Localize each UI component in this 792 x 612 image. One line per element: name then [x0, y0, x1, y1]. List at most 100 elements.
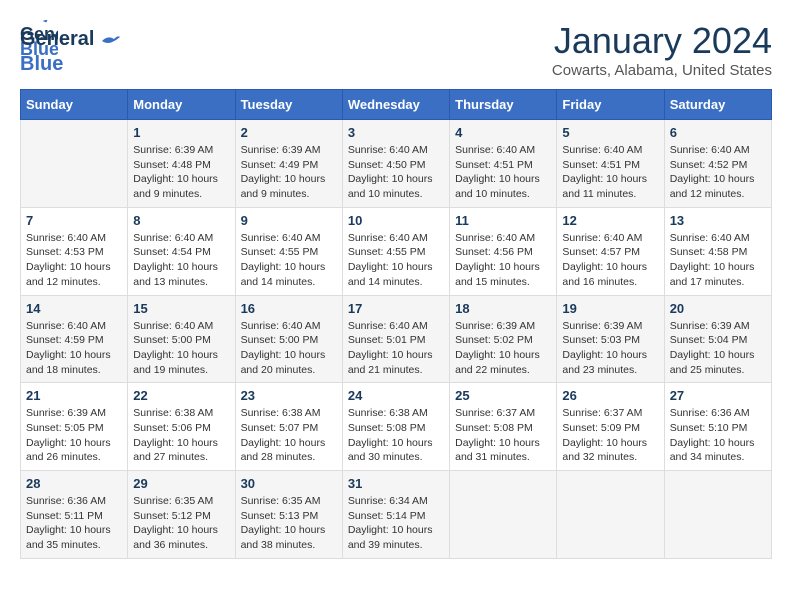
day-number: 8 — [133, 213, 229, 228]
day-number: 21 — [26, 388, 122, 403]
calendar-cell: 19 Sunrise: 6:39 AM Sunset: 5:03 PM Dayli… — [557, 295, 664, 383]
calendar-week-row: 28 Sunrise: 6:36 AM Sunset: 5:11 PM Dayli… — [21, 471, 772, 559]
title-area: January 2024 Cowarts, Alabama, United St… — [552, 20, 772, 79]
calendar-cell: 29 Sunrise: 6:35 AM Sunset: 5:12 PM Dayli… — [128, 471, 235, 559]
day-info: Sunrise: 6:39 AM Sunset: 5:04 PM Dayligh… — [670, 319, 766, 378]
calendar-week-row: 1Sunrise: 6:39 AM Sunset: 4:48 PM Daylig… — [21, 120, 772, 208]
calendar-week-row: 21 Sunrise: 6:39 AM Sunset: 5:05 PM Dayli… — [21, 383, 772, 471]
day-info: Sunrise: 6:40 AM Sunset: 4:55 PM Dayligh… — [348, 231, 444, 290]
day-info: Sunrise: 6:40 AM Sunset: 4:58 PM Dayligh… — [670, 231, 766, 290]
day-info: Sunrise: 6:39 AM Sunset: 5:05 PM Dayligh… — [26, 406, 122, 465]
day-number: 24 — [348, 388, 444, 403]
day-number: 25 — [455, 388, 551, 403]
header-saturday: Saturday — [664, 90, 771, 120]
calendar-week-row: 14 Sunrise: 6:40 AM Sunset: 4:59 PM Dayli… — [21, 295, 772, 383]
calendar-cell: 16Sunrise: 6:40 AM Sunset: 5:00 PM Dayli… — [235, 295, 342, 383]
day-number: 1 — [133, 125, 229, 140]
calendar-cell: 26Sunrise: 6:37 AM Sunset: 5:09 PM Dayli… — [557, 383, 664, 471]
header-friday: Friday — [557, 90, 664, 120]
day-info: Sunrise: 6:40 AM Sunset: 4:50 PM Dayligh… — [348, 143, 444, 202]
day-info: Sunrise: 6:40 AM Sunset: 4:56 PM Dayligh… — [455, 231, 551, 290]
header-sunday: Sunday — [21, 90, 128, 120]
logo-bird-icon — [100, 33, 122, 49]
day-number: 9 — [241, 213, 337, 228]
header-thursday: Thursday — [450, 90, 557, 120]
day-number: 10 — [348, 213, 444, 228]
calendar-cell: 2 Sunrise: 6:39 AM Sunset: 4:49 PM Daylig… — [235, 120, 342, 208]
day-info: Sunrise: 6:40 AM Sunset: 4:54 PM Dayligh… — [133, 231, 229, 290]
day-number: 27 — [670, 388, 766, 403]
day-info: Sunrise: 6:40 AM Sunset: 4:51 PM Dayligh… — [562, 143, 658, 202]
calendar-cell: 31 Sunrise: 6:34 AM Sunset: 5:14 PM Dayli… — [342, 471, 449, 559]
page-header: General Blue General Blue January 2024 C… — [20, 20, 772, 79]
calendar-cell — [450, 471, 557, 559]
day-number: 26 — [562, 388, 658, 403]
calendar-cell: 22Sunrise: 6:38 AM Sunset: 5:06 PM Dayli… — [128, 383, 235, 471]
calendar-cell: 28 Sunrise: 6:36 AM Sunset: 5:11 PM Dayli… — [21, 471, 128, 559]
calendar-cell: 20 Sunrise: 6:39 AM Sunset: 5:04 PM Dayli… — [664, 295, 771, 383]
calendar-cell: 15Sunrise: 6:40 AM Sunset: 5:00 PM Dayli… — [128, 295, 235, 383]
day-number: 30 — [241, 476, 337, 491]
calendar-cell — [21, 120, 128, 208]
calendar-cell — [557, 471, 664, 559]
calendar-cell: 5 Sunrise: 6:40 AM Sunset: 4:51 PM Daylig… — [557, 120, 664, 208]
day-number: 22 — [133, 388, 229, 403]
calendar-body: 1Sunrise: 6:39 AM Sunset: 4:48 PM Daylig… — [21, 120, 772, 559]
calendar-cell: 6Sunrise: 6:40 AM Sunset: 4:52 PM Daylig… — [664, 120, 771, 208]
day-number: 15 — [133, 301, 229, 316]
day-number: 20 — [670, 301, 766, 316]
location-subtitle: Cowarts, Alabama, United States — [552, 62, 772, 79]
day-info: Sunrise: 6:34 AM Sunset: 5:14 PM Dayligh… — [348, 494, 444, 553]
day-number: 29 — [133, 476, 229, 491]
day-info: Sunrise: 6:37 AM Sunset: 5:08 PM Dayligh… — [455, 406, 551, 465]
logo-general-text: General — [20, 28, 94, 50]
calendar-cell: 7 Sunrise: 6:40 AM Sunset: 4:53 PM Daylig… — [21, 207, 128, 295]
day-info: Sunrise: 6:39 AM Sunset: 5:03 PM Dayligh… — [562, 319, 658, 378]
day-number: 14 — [26, 301, 122, 316]
calendar-cell: 4Sunrise: 6:40 AM Sunset: 4:51 PM Daylig… — [450, 120, 557, 208]
calendar-cell: 11Sunrise: 6:40 AM Sunset: 4:56 PM Dayli… — [450, 207, 557, 295]
day-info: Sunrise: 6:40 AM Sunset: 4:59 PM Dayligh… — [26, 319, 122, 378]
day-number: 13 — [670, 213, 766, 228]
calendar-cell: 10 Sunrise: 6:40 AM Sunset: 4:55 PM Dayli… — [342, 207, 449, 295]
calendar-cell: 14 Sunrise: 6:40 AM Sunset: 4:59 PM Dayli… — [21, 295, 128, 383]
day-info: Sunrise: 6:40 AM Sunset: 4:53 PM Dayligh… — [26, 231, 122, 290]
day-number: 18 — [455, 301, 551, 316]
day-info: Sunrise: 6:35 AM Sunset: 5:12 PM Dayligh… — [133, 494, 229, 553]
day-number: 17 — [348, 301, 444, 316]
day-number: 7 — [26, 213, 122, 228]
day-number: 31 — [348, 476, 444, 491]
calendar-week-row: 7 Sunrise: 6:40 AM Sunset: 4:53 PM Daylig… — [21, 207, 772, 295]
day-info: Sunrise: 6:36 AM Sunset: 5:10 PM Dayligh… — [670, 406, 766, 465]
calendar-cell: 24 Sunrise: 6:38 AM Sunset: 5:08 PM Dayli… — [342, 383, 449, 471]
calendar-cell: 25 Sunrise: 6:37 AM Sunset: 5:08 PM Dayli… — [450, 383, 557, 471]
day-number: 12 — [562, 213, 658, 228]
calendar-cell: 8 Sunrise: 6:40 AM Sunset: 4:54 PM Daylig… — [128, 207, 235, 295]
day-number: 6 — [670, 125, 766, 140]
day-number: 23 — [241, 388, 337, 403]
day-info: Sunrise: 6:38 AM Sunset: 5:08 PM Dayligh… — [348, 406, 444, 465]
day-info: Sunrise: 6:40 AM Sunset: 4:55 PM Dayligh… — [241, 231, 337, 290]
day-number: 19 — [562, 301, 658, 316]
calendar-cell: 27 Sunrise: 6:36 AM Sunset: 5:10 PM Dayli… — [664, 383, 771, 471]
day-info: Sunrise: 6:38 AM Sunset: 5:07 PM Dayligh… — [241, 406, 337, 465]
calendar-cell: 23 Sunrise: 6:38 AM Sunset: 5:07 PM Dayli… — [235, 383, 342, 471]
day-info: Sunrise: 6:40 AM Sunset: 5:01 PM Dayligh… — [348, 319, 444, 378]
day-info: Sunrise: 6:39 AM Sunset: 5:02 PM Dayligh… — [455, 319, 551, 378]
day-number: 28 — [26, 476, 122, 491]
logo: General Blue General Blue — [20, 20, 122, 76]
calendar-cell: 17 Sunrise: 6:40 AM Sunset: 5:01 PM Dayli… — [342, 295, 449, 383]
calendar-table: Sunday Monday Tuesday Wednesday Thursday… — [20, 89, 772, 559]
header-monday: Monday — [128, 90, 235, 120]
day-number: 5 — [562, 125, 658, 140]
day-number: 2 — [241, 125, 337, 140]
day-info: Sunrise: 6:40 AM Sunset: 5:00 PM Dayligh… — [241, 319, 337, 378]
calendar-cell: 30 Sunrise: 6:35 AM Sunset: 5:13 PM Dayli… — [235, 471, 342, 559]
calendar-cell: 3 Sunrise: 6:40 AM Sunset: 4:50 PM Daylig… — [342, 120, 449, 208]
day-info: Sunrise: 6:39 AM Sunset: 4:49 PM Dayligh… — [241, 143, 337, 202]
day-info: Sunrise: 6:35 AM Sunset: 5:13 PM Dayligh… — [241, 494, 337, 553]
day-info: Sunrise: 6:36 AM Sunset: 5:11 PM Dayligh… — [26, 494, 122, 553]
day-number: 3 — [348, 125, 444, 140]
calendar-cell: 9 Sunrise: 6:40 AM Sunset: 4:55 PM Daylig… — [235, 207, 342, 295]
logo-blue-text: Blue — [20, 53, 63, 75]
